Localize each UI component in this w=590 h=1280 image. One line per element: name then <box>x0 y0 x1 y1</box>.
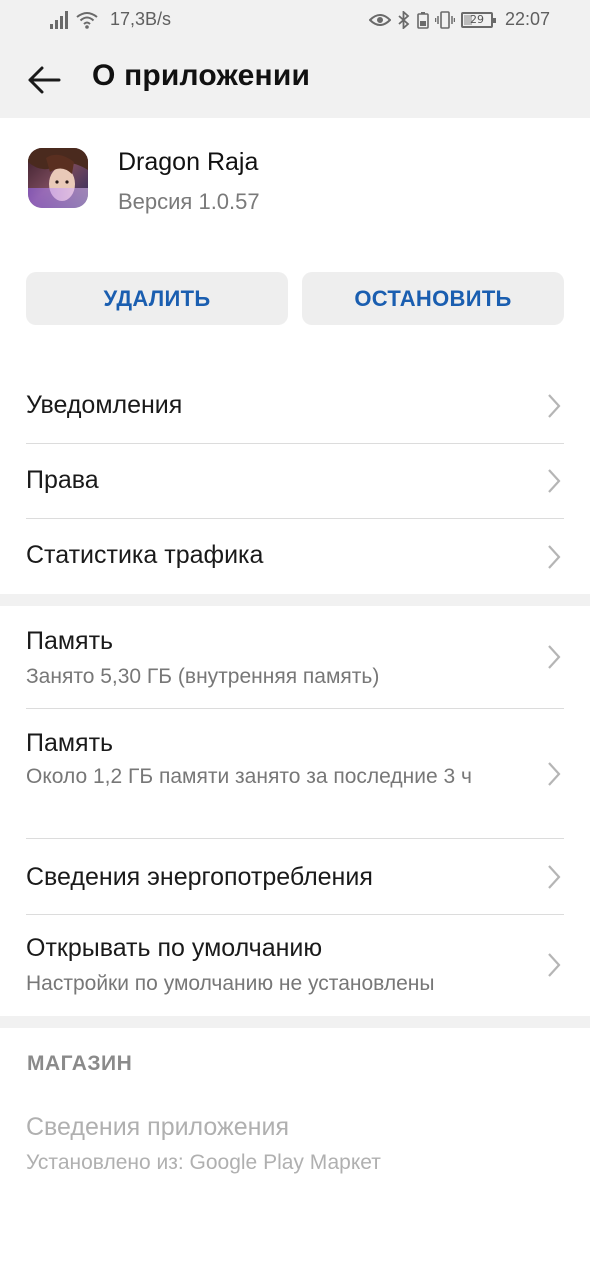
uninstall-button[interactable]: УДАЛИТЬ <box>26 272 288 325</box>
list-item-subtitle: Настройки по умолчанию не установлены <box>26 972 435 995</box>
list-item-subtitle: Около 1,2 ГБ памяти занято за последние … <box>26 765 472 788</box>
list-item-title: Память <box>26 729 114 757</box>
list-item-title: Уведомления <box>26 391 183 419</box>
signal-icon <box>50 10 68 29</box>
app-version: Версия 1.0.57 <box>118 189 260 214</box>
arrow-back-icon <box>28 66 61 94</box>
list-item-title: Права <box>26 466 99 494</box>
chevron-right-icon <box>548 545 561 569</box>
settings-group-2: Память Занято 5,30 ГБ (внутренняя память… <box>0 606 590 1015</box>
eye-icon <box>368 13 391 26</box>
list-item-subtitle: Занято 5,30 ГБ (внутренняя память) <box>26 665 380 688</box>
chevron-right-icon <box>548 393 561 418</box>
app-name: Dragon Raja <box>118 148 259 176</box>
list-item-storage[interactable]: Память Занято 5,30 ГБ (внутренняя память… <box>26 606 564 709</box>
chevron-right-icon <box>548 864 561 889</box>
back-button[interactable] <box>22 58 66 102</box>
list-item-notifications[interactable]: Уведомления <box>26 368 564 444</box>
wifi-icon <box>76 11 98 29</box>
battery-percent: 29 <box>469 12 484 26</box>
chevron-right-icon <box>548 953 561 977</box>
page-title: О приложении <box>92 59 311 92</box>
list-item-traffic-stats[interactable]: Статистика трафика <box>26 519 564 595</box>
chevron-right-icon <box>548 761 561 786</box>
section-divider <box>0 1016 590 1028</box>
bluetooth-icon <box>398 10 410 29</box>
list-item-app-details: Сведения приложения Установлено из: Goog… <box>26 1100 564 1190</box>
status-bar: 17,3B/s 29 22:07 <box>0 0 590 40</box>
battery-icon: 29 <box>460 11 496 28</box>
list-item-title: Память <box>26 627 114 655</box>
list-item-memory[interactable]: Память Около 1,2 ГБ памяти занято за пос… <box>26 709 564 839</box>
app-icon <box>28 148 88 208</box>
list-item-title: Открывать по умолчанию <box>26 934 323 962</box>
store-section-header: МАГАЗИН <box>27 1052 133 1075</box>
battery-saver-icon <box>417 11 429 29</box>
list-item-power-usage[interactable]: Сведения энергопотребления <box>26 839 564 915</box>
action-buttons: УДАЛИТЬ ОСТАНОВИТЬ <box>26 272 564 325</box>
stop-button[interactable]: ОСТАНОВИТЬ <box>302 272 564 325</box>
chevron-right-icon <box>548 645 561 669</box>
list-item-title: Сведения приложения <box>26 1113 289 1141</box>
network-speed: 17,3B/s <box>110 9 172 29</box>
store-group: Сведения приложения Установлено из: Goog… <box>0 1100 590 1190</box>
list-item-title: Сведения энергопотребления <box>26 863 373 891</box>
list-item-title: Статистика трафика <box>26 541 264 569</box>
settings-group-1: Уведомления Права Статистика трафика <box>0 368 590 595</box>
vibrate-icon <box>434 10 455 29</box>
list-item-permissions[interactable]: Права <box>26 444 564 519</box>
section-divider <box>0 594 590 606</box>
app-bar: О приложении <box>0 40 590 118</box>
list-item-open-by-default[interactable]: Открывать по умолчанию Настройки по умол… <box>26 915 564 1015</box>
app-header: Dragon Raja Версия 1.0.57 <box>0 118 590 268</box>
top-area: 17,3B/s 29 22:07 О приложении <box>0 0 590 118</box>
clock: 22:07 <box>504 9 550 29</box>
list-item-subtitle: Установлено из: Google Play Маркет <box>26 1151 381 1174</box>
chevron-right-icon <box>548 469 561 493</box>
